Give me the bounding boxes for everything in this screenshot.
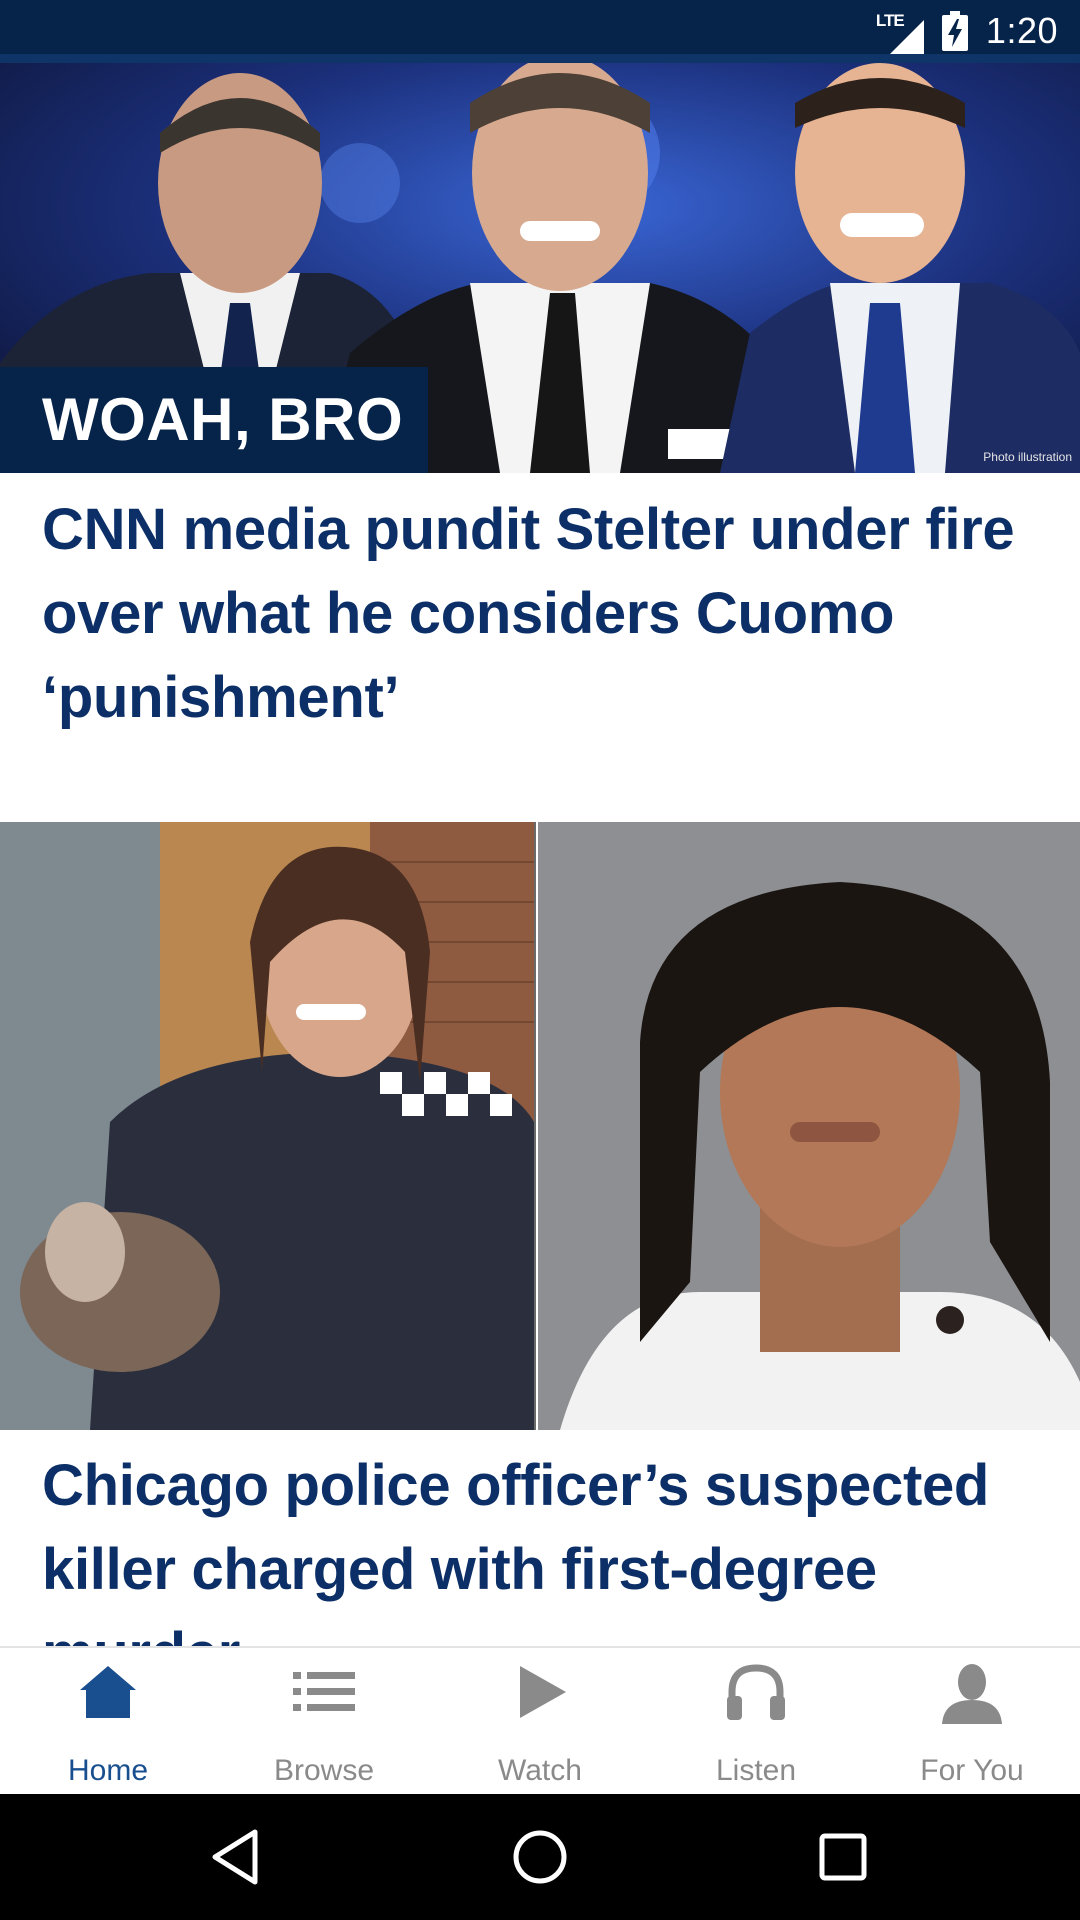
status-bar-divider [0,54,1080,63]
story-2-image[interactable] [0,822,1080,1430]
system-navigation-bar [0,1794,1080,1920]
tab-watch-label: Watch [498,1754,582,1787]
home-circle-icon[interactable] [507,1824,573,1890]
tab-browse[interactable]: Browse [216,1662,432,1787]
headphones-icon [727,1664,785,1720]
tab-for-you[interactable]: For You [864,1662,1080,1787]
bottom-navigation: Home Browse Watch Listen For You [0,1646,1080,1794]
signal-icon [889,20,924,54]
tab-listen-label: Listen [715,1754,797,1787]
recents-icon[interactable] [810,1824,876,1890]
status-bar: LTE 1:20 [0,0,1080,63]
network-indicator: LTE [872,8,924,54]
battery-charging-icon [941,11,968,51]
story-2-photo [0,822,1080,1430]
photo-credit: Photo illustration [983,450,1072,464]
status-icons: LTE 1:20 [872,8,1058,54]
play-icon [520,1666,566,1718]
tab-listen[interactable]: Listen [648,1662,864,1787]
tab-browse-label: Browse [273,1754,375,1787]
person-icon [942,1664,1002,1724]
story-1-headline[interactable]: CNN media pundit Stelter under fire over… [42,488,1052,740]
tab-home-label: Home [67,1754,149,1787]
story-2-headline[interactable]: Chicago police officer’s suspected kille… [42,1444,1052,1646]
tab-home[interactable]: Home [0,1662,216,1787]
clock: 1:20 [985,10,1058,51]
back-icon[interactable] [203,1824,269,1890]
home-icon [80,1666,136,1718]
tab-watch[interactable]: Watch [432,1662,648,1787]
list-icon [293,1672,355,1711]
tab-for-you-label: For You [920,1754,1024,1787]
story-1-banner-text: WOAH, BRO [42,386,404,453]
